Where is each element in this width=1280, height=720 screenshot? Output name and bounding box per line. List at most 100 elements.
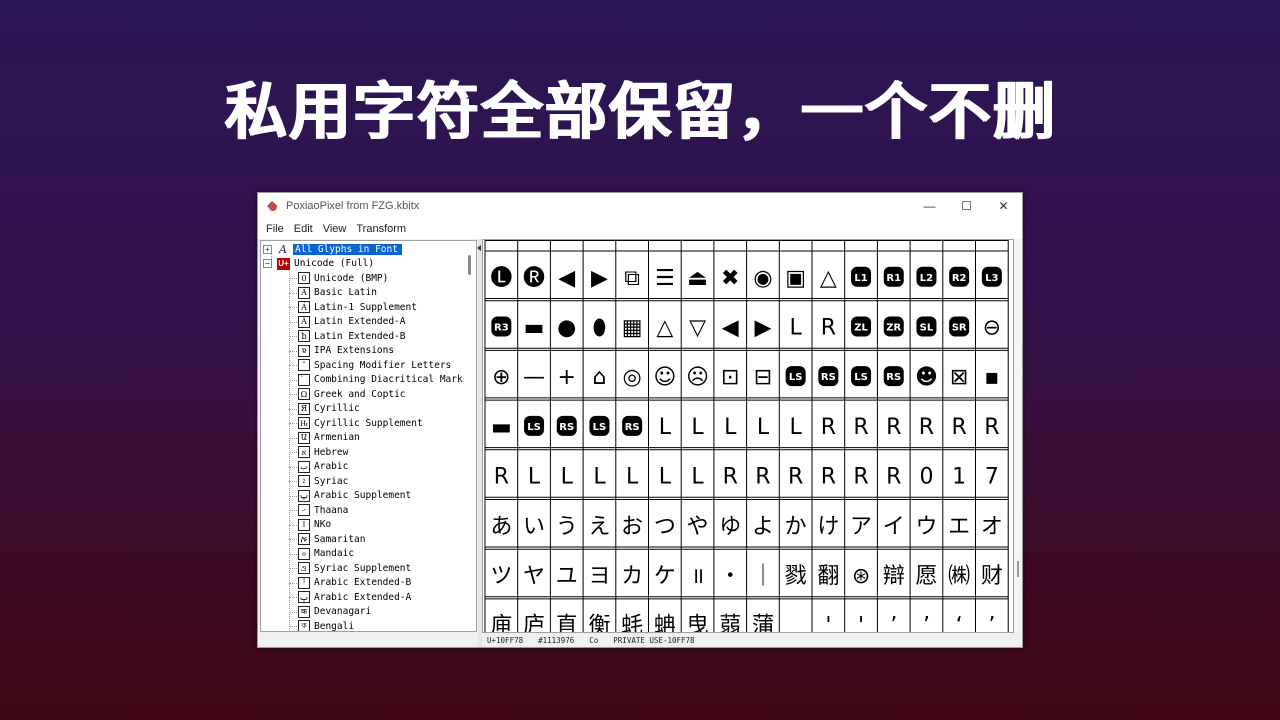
tree-scrollbar[interactable] [464,241,476,631]
tree-item-block[interactable]: ݐ Arabic Supplement [298,489,411,504]
glyph-cell[interactable]: 戮 [785,564,807,589]
glyph-cell[interactable]: ॥ [691,564,704,589]
tree-item-unicode-full[interactable]: − U+ Unicode (Full) [263,257,374,272]
glyph-cell[interactable]: エ [948,514,970,539]
glyph-cell[interactable]: カ [621,564,643,589]
tree-item-block[interactable]: Я Cyrillic [298,402,360,417]
glyph-cell[interactable]: ☺ [653,365,676,390]
glyph-cell[interactable]: RS [821,372,836,383]
tree-item-block[interactable]: A Basic Latin [298,286,377,301]
glyph-cell[interactable]: ケ [654,564,676,589]
glyph-cell[interactable]: ツ [490,564,512,589]
glyph-cell[interactable]: L [528,465,541,490]
glyph-cell[interactable]: ZR [886,322,901,333]
glyph-cell[interactable]: イ [883,514,905,539]
glyph-cell[interactable]: ▽ [689,315,706,340]
menu-file[interactable]: File [262,223,288,235]
glyph-cell[interactable]: ’ [890,614,897,633]
glyph-cell[interactable]: R [952,415,967,440]
glyph-cell[interactable]: L2 [920,273,933,284]
glyph-cell[interactable]: け [817,514,839,539]
glyph-cell[interactable]: ⊡ [721,365,739,390]
glyph-cell[interactable]: R [723,465,738,490]
glyph-cell[interactable]: L [659,415,672,440]
tree-item-block[interactable]: क Devanagari [298,605,371,620]
glyph-cell[interactable]: ⊖ [983,315,1001,340]
glyph-cell[interactable]: い [523,514,545,539]
glyph-cell[interactable]: 财 [981,564,1003,589]
glyph-cell[interactable]: ’ [923,614,930,633]
menu-edit[interactable]: Edit [290,223,317,235]
glyph-grid[interactable]: 🅛 🅡 ◀ ▶ ⧉ ☰ ⏏ ✖ ◉ ▣ △ L1 R1 L2 R2 L3 R3 ▬ ● ⬮ ▦ △ ▽ ◀ ▶ L R ZL ZR SL S… [482,239,1014,633]
menu-transform[interactable]: Transform [352,223,410,235]
tree-item-block[interactable]: ࡀ Mandaic [298,547,354,562]
glyph-cell[interactable]: LS [854,372,868,383]
glyph-cell[interactable]: ウ [915,514,937,539]
glyph-cell[interactable]: オ [981,514,1003,539]
glyph-cell[interactable]: L [593,465,606,490]
glyph-cell[interactable]: つ [654,514,676,539]
glyph-cell[interactable]: RS [559,422,574,433]
glyph-cell[interactable]: ⌂ [592,365,606,390]
glyph-cell[interactable]: LS [593,422,607,433]
glyph-cell[interactable]: ヤ [523,564,545,589]
glyph-cell[interactable]: ⊟ [754,365,772,390]
glyph-cell[interactable]: ⊛ [852,564,870,589]
tree-item-block[interactable]: ƀ Latin Extended-B [298,329,406,344]
tree-item-block[interactable]: ب Arabic [298,460,348,475]
glyph-cell[interactable]: R3 [494,322,509,333]
glyph-cell[interactable]: R1 [886,273,901,284]
glyph-cell[interactable]: ▶ [754,315,771,340]
tree-item-block[interactable]: א Hebrew [298,445,348,460]
glyph-grid-canvas[interactable]: 🅛 🅡 ◀ ▶ ⧉ ☰ ⏏ ✖ ◉ ▣ △ L1 R1 L2 R2 L3R3 ▬ ● ⬮ ▦ △ ▽ ◀ ▶ L R ZL ZR SL S… [483,240,1014,633]
glyph-cell[interactable]: R [788,465,803,490]
glyph-cell[interactable]: R [886,415,901,440]
glyph-cell[interactable]: よ [752,514,774,539]
glyph-cell[interactable]: L [757,415,770,440]
glyph-cell[interactable]: 1 [952,465,966,490]
glyph-cell[interactable]: R [984,415,999,440]
glyph-cell[interactable]: R [853,415,868,440]
glyph-cell[interactable]: 蒲 [752,614,774,633]
glyph-cell[interactable]: ▣ [785,266,806,291]
glyph-cell[interactable]: R [853,465,868,490]
glyph-cell[interactable]: ｜ [752,564,774,589]
glyph-cell[interactable]: ’ [988,614,995,633]
glyph-cell[interactable]: ◀ [722,315,739,340]
glyph-cell[interactable]: ☻ [915,365,938,390]
glyph-cell[interactable]: ア [850,514,872,539]
tree-item-block[interactable]: ক Bengali [298,619,354,631]
glyph-cell[interactable]: R [755,465,770,490]
collapse-icon[interactable]: − [263,259,272,269]
glyph-cell[interactable]: SL [920,322,934,333]
glyph-cell[interactable]: + [558,365,576,390]
glyph-cell[interactable]: ⊕ [492,365,510,390]
glyph-cell[interactable]: L [626,465,639,490]
glyph-cell[interactable]: — [523,365,545,390]
maximize-button[interactable]: ☐ [948,193,985,219]
tree-item-block[interactable]: ɐ IPA Extensions [298,344,394,359]
glyph-cell[interactable]: ⊠ [950,365,968,390]
glyph-cell[interactable]: R [821,415,836,440]
glyph-cell[interactable]: 庘 [490,614,512,633]
glyph-cell[interactable]: RS [886,372,901,383]
glyph-cell[interactable]: L3 [985,273,998,284]
glyph-cell[interactable]: ⏏ [687,266,708,291]
glyph-cell[interactable]: ✖ [721,266,739,291]
tree-item-block[interactable]: ࡰ Arabic Extended-B [298,576,411,591]
glyph-cell[interactable]: ◉ [753,266,772,291]
glyph-cell[interactable]: ● [557,315,576,340]
glyph-cell[interactable]: ▬ [524,315,545,340]
glyph-cell[interactable]: ◀ [558,266,575,291]
glyph-cell[interactable]: 7 [985,465,999,490]
tree-item-block[interactable]: ࠀ Samaritan [298,532,365,547]
grid-scrollbar[interactable] [1014,239,1022,633]
block-tree[interactable]: + A All Glyphs in Font − U+ Unicode (Ful… [260,240,477,632]
tree-scroll-thumb[interactable] [468,255,471,275]
glyph-cell[interactable]: R [494,465,509,490]
glyph-cell[interactable]: 衡 [588,614,610,633]
glyph-cell[interactable]: ◎ [623,365,642,390]
glyph-cell[interactable]: あ [490,514,512,539]
glyph-cell[interactable]: L1 [854,273,867,284]
tree-item-block[interactable]: 0 Unicode (BMP) [298,271,388,286]
